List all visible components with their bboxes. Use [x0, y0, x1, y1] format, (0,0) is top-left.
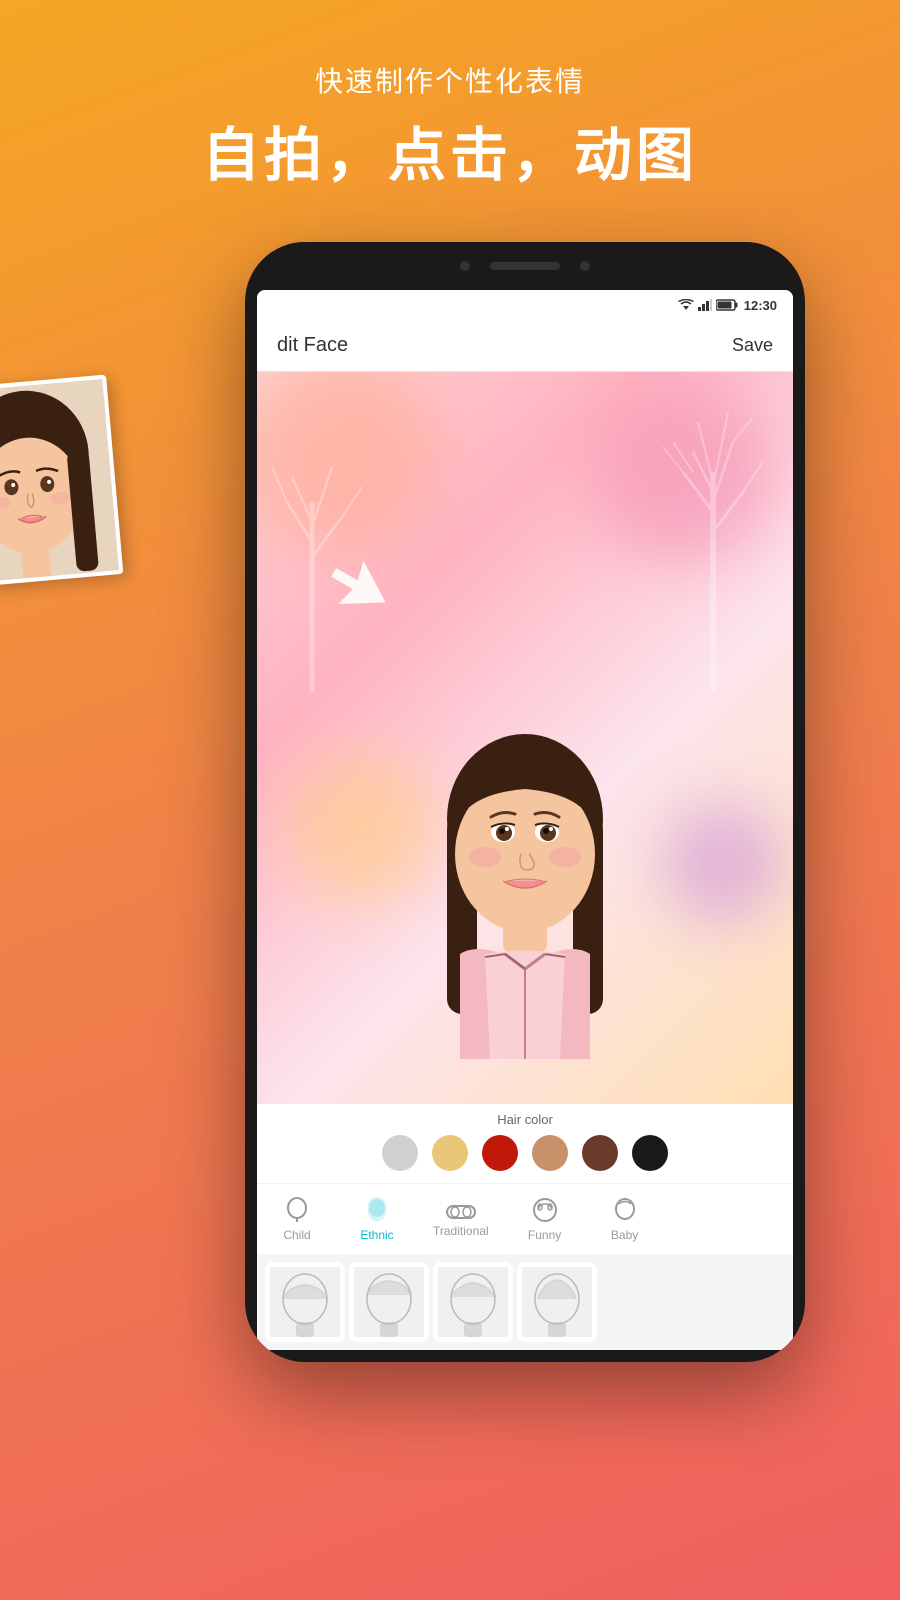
status-icons: [678, 299, 738, 311]
style-thumbnails: [257, 1254, 793, 1350]
tab-child-label: Child: [283, 1228, 310, 1242]
funny-icon: [531, 1196, 559, 1224]
style-thumb-2[interactable]: [349, 1262, 429, 1342]
tab-traditional-label: Traditional: [433, 1224, 489, 1238]
bg-blob-4: [663, 804, 783, 924]
phone-screen: 12:30 dit Face Save: [257, 290, 793, 1350]
signal-icon: [698, 299, 712, 311]
child-icon: [285, 1196, 309, 1224]
hair-swatch-silver[interactable]: [382, 1135, 418, 1171]
avatar-area: [257, 372, 793, 1104]
tab-funny[interactable]: Funny: [505, 1192, 585, 1246]
traditional-icon: [446, 1200, 476, 1220]
hair-swatch-black[interactable]: [632, 1135, 668, 1171]
phone-wrapper: 12:30 dit Face Save: [0, 242, 900, 1362]
category-tabs: Child Ethnic Tr: [257, 1183, 793, 1254]
phone-frame: 12:30 dit Face Save: [245, 242, 805, 1362]
subtitle-text: 快速制作个性化表情: [0, 60, 900, 100]
tree-right-decoration: [643, 392, 783, 692]
baby-icon: [613, 1196, 637, 1224]
app-toolbar: dit Face Save: [257, 320, 793, 372]
tab-baby[interactable]: Baby: [585, 1192, 665, 1246]
style-thumb-3[interactable]: [433, 1262, 513, 1342]
avatar-character: [385, 699, 665, 1074]
avatar-svg: [385, 699, 665, 1069]
wifi-icon: [678, 299, 694, 311]
hair-swatch-blonde[interactable]: [432, 1135, 468, 1171]
tab-baby-label: Baby: [611, 1228, 638, 1242]
style-thumb-1[interactable]: [265, 1262, 345, 1342]
hair-swatch-light-brown[interactable]: [532, 1135, 568, 1171]
save-button[interactable]: Save: [732, 335, 773, 356]
notch-dots: [460, 261, 590, 271]
title-text: 自拍，点击，动图: [0, 108, 900, 192]
hair-color-section: Hair color: [257, 1104, 793, 1183]
tab-child[interactable]: Child: [257, 1192, 337, 1246]
style-thumb-4[interactable]: [517, 1262, 597, 1342]
hair-colors-row: [257, 1135, 793, 1179]
tab-traditional[interactable]: Traditional: [417, 1196, 505, 1242]
tab-ethnic-label: Ethnic: [360, 1228, 393, 1242]
sensor-dot: [580, 261, 590, 271]
battery-icon: [716, 299, 738, 311]
hair-swatch-brown[interactable]: [582, 1135, 618, 1171]
ethnic-icon: [365, 1196, 389, 1224]
tab-ethnic[interactable]: Ethnic: [337, 1192, 417, 1246]
speaker: [490, 262, 560, 270]
phone-notch: [245, 242, 805, 290]
status-bar: 12:30: [257, 290, 793, 320]
status-time: 12:30: [744, 298, 777, 313]
hair-swatch-red[interactable]: [482, 1135, 518, 1171]
toolbar-title: dit Face: [277, 334, 348, 357]
selfie-photo: [0, 375, 123, 590]
tab-funny-label: Funny: [528, 1228, 561, 1242]
hair-color-title: Hair color: [257, 1112, 793, 1127]
camera-dot: [460, 261, 470, 271]
top-text-section: 快速制作个性化表情 自拍，点击，动图: [0, 0, 900, 222]
